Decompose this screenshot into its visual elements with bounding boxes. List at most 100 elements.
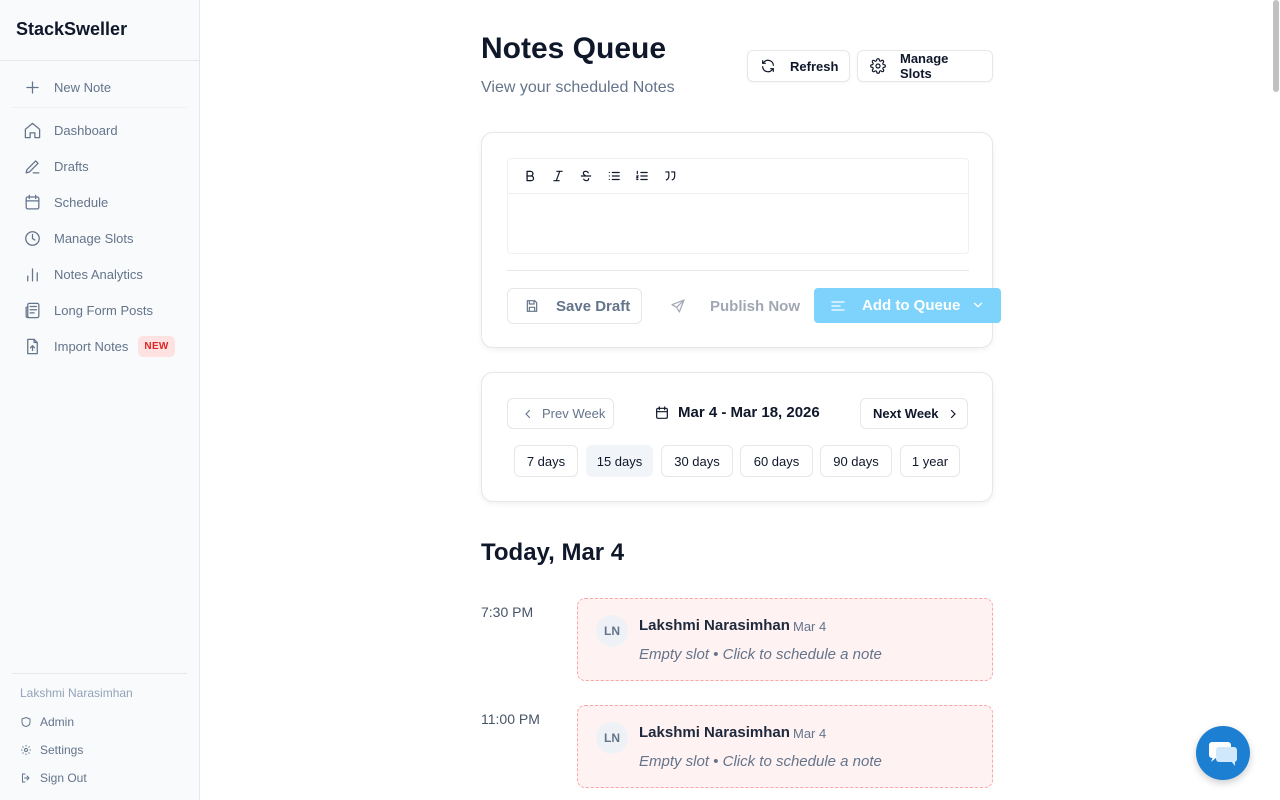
sidebar-item-label: Schedule xyxy=(54,194,109,210)
gear-icon xyxy=(20,744,32,756)
bullet-list-icon[interactable] xyxy=(606,168,622,184)
empty-slot-card[interactable]: LN Lakshmi Narasimhan Mar 4 Empty slot •… xyxy=(577,598,993,681)
clock-icon xyxy=(22,228,42,248)
add-to-queue-button[interactable]: Add to Queue xyxy=(814,288,1001,323)
sidebar-item-label: Manage Slots xyxy=(54,230,134,246)
sidebar-footer: Lakshmi Narasimhan Admin Settings Sign O… xyxy=(0,673,199,800)
page-subtitle: View your scheduled Notes xyxy=(481,79,675,96)
sidebar-item-label: Drafts xyxy=(54,158,89,174)
slot-author: Lakshmi Narasimhan xyxy=(639,724,790,741)
editor-toolbar xyxy=(508,159,968,194)
footer-item-label: Sign Out xyxy=(40,771,87,785)
pencil-icon xyxy=(22,156,42,176)
preset-15-days[interactable]: 15 days xyxy=(586,445,653,477)
chat-icon xyxy=(1209,742,1237,766)
strikethrough-icon[interactable] xyxy=(578,168,594,184)
calendar-icon xyxy=(22,192,42,212)
slot-time: 7:30 PM xyxy=(481,604,534,620)
preset-90-days[interactable]: 90 days xyxy=(820,445,892,477)
quote-icon[interactable] xyxy=(662,168,678,184)
sign-out-icon xyxy=(20,772,32,784)
publish-now-label: Publish Now xyxy=(710,297,800,315)
sidebar-item-manage-slots[interactable]: Manage Slots xyxy=(12,220,187,256)
sidebar-item-new-note[interactable]: New Note xyxy=(12,69,187,105)
scrollbar-thumb[interactable] xyxy=(1273,0,1279,92)
queue-icon xyxy=(830,298,846,314)
sidebar-item-admin[interactable]: Admin xyxy=(12,708,187,736)
sidebar-nav: New Note Dashboard Drafts Schedule Manag… xyxy=(0,61,199,364)
slot-status: Empty slot • Click to schedule a note xyxy=(639,646,882,663)
app-logo[interactable]: StackSweller xyxy=(0,0,199,61)
preset-7-days[interactable]: 7 days xyxy=(514,445,578,477)
sidebar-item-long-form-posts[interactable]: Long Form Posts xyxy=(12,292,187,328)
save-draft-button[interactable]: Save Draft xyxy=(507,288,642,324)
preset-60-days[interactable]: 60 days xyxy=(740,445,813,477)
sidebar-item-schedule[interactable]: Schedule xyxy=(12,184,187,220)
divider xyxy=(12,673,187,674)
avatar: LN xyxy=(596,722,628,754)
sidebar-item-label: Notes Analytics xyxy=(54,266,143,282)
sidebar: StackSweller New Note Dashboard Drafts S… xyxy=(0,0,200,800)
home-icon xyxy=(22,120,42,140)
file-upload-icon xyxy=(22,336,42,356)
slot-date: Mar 4 xyxy=(793,726,827,741)
page-scrollbar[interactable] xyxy=(1272,0,1280,800)
refresh-button[interactable]: Refresh xyxy=(747,50,850,82)
preset-30-days[interactable]: 30 days xyxy=(661,445,733,477)
gear-icon xyxy=(870,58,886,74)
footer-item-label: Admin xyxy=(40,715,75,729)
sidebar-item-label: Import Notes xyxy=(54,338,129,354)
sidebar-item-sign-out[interactable]: Sign Out xyxy=(12,764,187,792)
next-week-label: Next Week xyxy=(873,406,939,421)
user-name: Lakshmi Narasimhan xyxy=(20,686,133,700)
italic-icon[interactable] xyxy=(550,168,566,184)
slot-author: Lakshmi Narasimhan xyxy=(639,617,790,634)
bold-icon[interactable] xyxy=(522,168,538,184)
numbered-list-icon[interactable] xyxy=(634,168,650,184)
new-badge: NEW xyxy=(138,335,175,357)
send-icon xyxy=(670,298,686,314)
chevron-down-icon[interactable] xyxy=(971,298,985,312)
main-content: Notes Queue View your scheduled Notes Re… xyxy=(200,0,1280,800)
sidebar-item-drafts[interactable]: Drafts xyxy=(12,148,187,184)
next-week-button[interactable]: Next Week xyxy=(860,398,968,429)
publish-now-button[interactable]: Publish Now xyxy=(658,288,800,324)
divider xyxy=(507,270,969,271)
manage-slots-label: Manage Slots xyxy=(900,51,949,81)
preset-1-year[interactable]: 1 year xyxy=(900,445,960,477)
sidebar-item-dashboard[interactable]: Dashboard xyxy=(12,112,187,148)
manage-slots-button[interactable]: Manage Slots xyxy=(857,50,993,82)
slot-status: Empty slot • Click to schedule a note xyxy=(639,753,882,770)
date-range-text: Mar 4 - Mar 18, 2026 xyxy=(678,404,820,421)
newspaper-icon xyxy=(22,300,42,320)
note-text-input[interactable] xyxy=(508,194,968,254)
slot-date: Mar 4 xyxy=(793,619,827,634)
footer-item-label: Settings xyxy=(40,743,84,757)
rich-text-editor xyxy=(507,158,969,254)
calendar-icon xyxy=(654,405,670,421)
avatar: LN xyxy=(596,615,628,647)
slot-time: 11:00 PM xyxy=(481,711,540,727)
sidebar-item-label: Long Form Posts xyxy=(54,302,153,318)
refresh-icon xyxy=(760,58,776,74)
plus-icon xyxy=(22,77,42,97)
chat-widget-button[interactable] xyxy=(1196,726,1250,780)
sidebar-item-import-notes[interactable]: Import Notes NEW xyxy=(12,328,187,364)
sidebar-item-label: New Note xyxy=(54,79,112,95)
sidebar-item-notes-analytics[interactable]: Notes Analytics xyxy=(12,256,187,292)
date-range-label: Mar 4 - Mar 18, 2026 xyxy=(654,404,820,421)
refresh-label: Refresh xyxy=(790,58,839,74)
sidebar-item-label: Dashboard xyxy=(54,122,118,138)
save-draft-label: Save Draft xyxy=(556,297,631,315)
shield-icon xyxy=(20,716,32,728)
bar-chart-icon xyxy=(22,264,42,284)
empty-slot-card[interactable]: LN Lakshmi Narasimhan Mar 4 Empty slot •… xyxy=(577,705,993,788)
note-composer: Save Draft Publish Now Add to Queue xyxy=(481,132,1001,348)
add-to-queue-label: Add to Queue xyxy=(862,297,961,314)
save-icon xyxy=(524,298,540,314)
chevron-right-icon xyxy=(947,408,959,420)
sidebar-item-settings[interactable]: Settings xyxy=(12,736,187,764)
day-heading: Today, Mar 4 xyxy=(481,539,625,566)
date-range-panel: Prev Week Mar 4 - Mar 18, 2026 Next Week… xyxy=(481,372,993,502)
prev-week-button[interactable]: Prev Week xyxy=(507,398,614,429)
